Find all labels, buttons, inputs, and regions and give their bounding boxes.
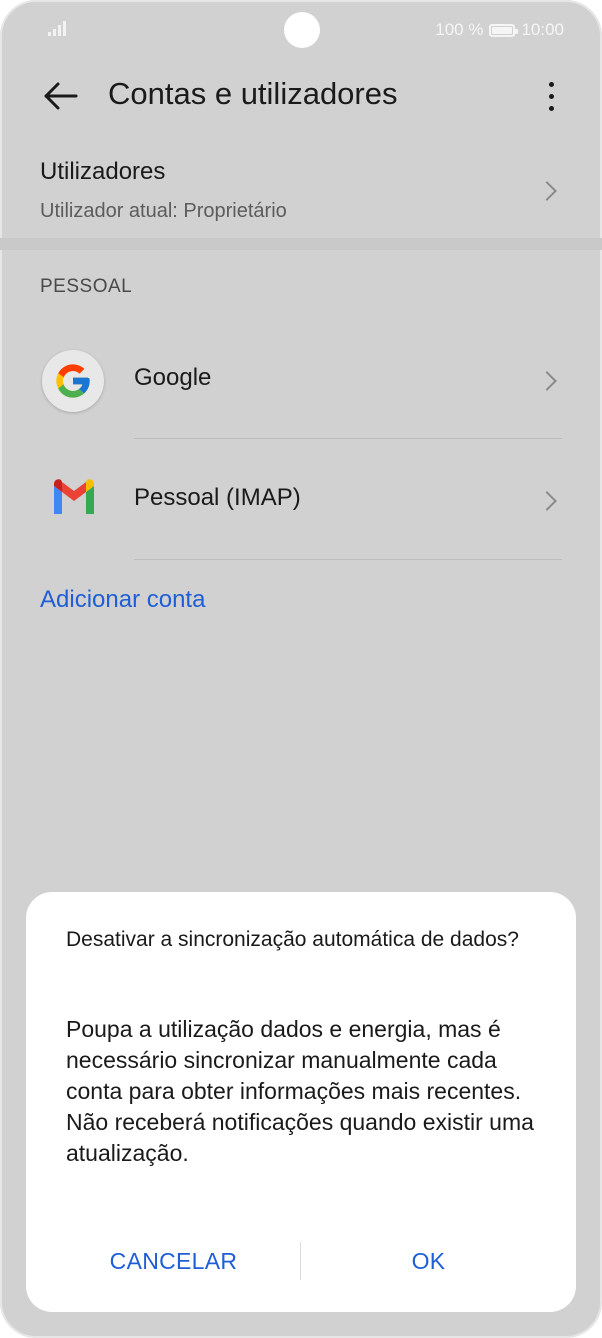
signal-icon bbox=[48, 21, 66, 36]
users-title: Utilizadores bbox=[40, 158, 166, 185]
clock: 10:00 bbox=[521, 20, 564, 39]
cancel-button[interactable]: CANCELAR bbox=[36, 1236, 311, 1286]
battery-percent: 100 % bbox=[435, 20, 484, 39]
account-label-imap: Pessoal (IMAP) bbox=[134, 484, 301, 511]
more-options-button[interactable] bbox=[536, 74, 566, 118]
front-camera bbox=[284, 12, 320, 48]
dialog-title: Desativar a sincronização automática de … bbox=[66, 928, 519, 951]
gmail-icon bbox=[54, 479, 94, 514]
back-button[interactable] bbox=[36, 74, 84, 118]
status-bar: 100 % 10:00 bbox=[0, 0, 602, 60]
dialog-message: Poupa a utilização dados e energia, mas … bbox=[66, 1016, 534, 1166]
more-dot-icon bbox=[548, 93, 554, 99]
back-arrow-icon bbox=[44, 82, 78, 110]
section-divider bbox=[0, 238, 602, 250]
google-logo-icon bbox=[56, 364, 90, 398]
row-divider bbox=[134, 559, 562, 560]
section-header-personal: PESSOAL bbox=[40, 276, 133, 297]
phone-screen: 100 % 10:00 Contas e utilizadores Utiliz… bbox=[0, 0, 602, 1338]
battery-icon bbox=[489, 23, 519, 37]
google-icon bbox=[42, 350, 104, 412]
sync-dialog: Desativar a sincronização automática de … bbox=[26, 892, 576, 1312]
users-row[interactable]: Utilizadores Utilizador atual: Proprietá… bbox=[0, 148, 602, 238]
more-dot-icon bbox=[548, 81, 554, 87]
users-subtitle: Utilizador atual: Proprietário bbox=[40, 200, 287, 222]
account-row-google[interactable]: Google bbox=[0, 318, 602, 439]
app-bar: Contas e utilizadores bbox=[0, 60, 602, 132]
dialog-actions: CANCELAR OK bbox=[26, 1236, 576, 1286]
chevron-right-icon bbox=[537, 491, 557, 511]
page-title: Contas e utilizadores bbox=[108, 76, 398, 111]
chevron-right-icon bbox=[537, 371, 557, 391]
chevron-right-icon bbox=[537, 181, 557, 201]
account-row-imap[interactable]: Pessoal (IMAP) bbox=[0, 440, 602, 560]
status-right: 100 % 10:00 bbox=[435, 18, 564, 42]
account-label-google: Google bbox=[134, 364, 212, 391]
row-divider bbox=[134, 438, 562, 439]
add-account-link[interactable]: Adicionar conta bbox=[40, 586, 205, 614]
ok-button[interactable]: OK bbox=[291, 1236, 566, 1286]
more-dot-icon bbox=[548, 105, 554, 111]
